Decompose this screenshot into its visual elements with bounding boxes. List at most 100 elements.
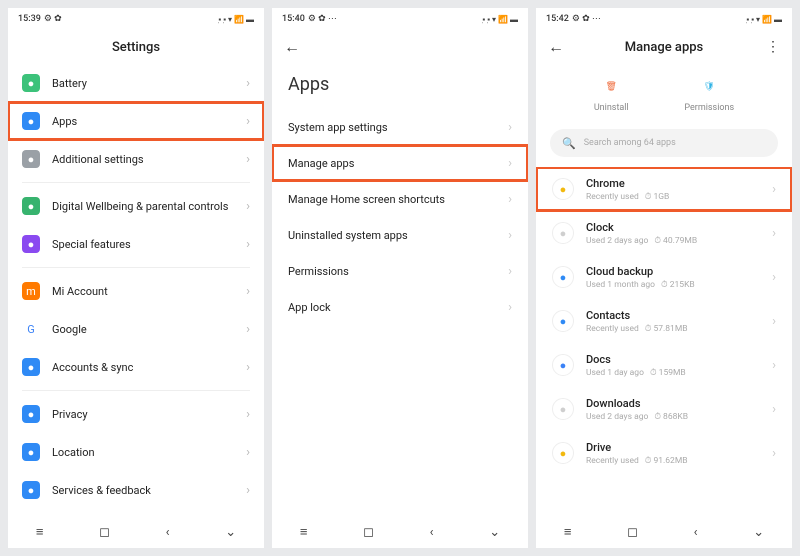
chevron-right-icon: › — [246, 114, 250, 129]
app-row-clock[interactable]: ●ClockUsed 2 days ago⏱ 40.79MB› — [536, 211, 792, 255]
permissions-label: Permissions — [684, 103, 734, 113]
status-indicator-icons: ⚙ ✿ — [44, 14, 62, 24]
row-label: Manage apps — [288, 157, 508, 170]
row-label: System app settings — [288, 121, 508, 134]
search-input[interactable]: 🔍 Search among 64 apps — [550, 129, 778, 157]
google-icon: G — [22, 320, 40, 338]
clock-text: 15:40 — [282, 14, 305, 24]
row-label: Special features — [52, 238, 246, 251]
nav-home-icon[interactable]: ◻ — [627, 525, 638, 540]
row-label: Google — [52, 323, 246, 336]
settings-row-services-feedback[interactable]: ●Services & feedback› — [8, 471, 264, 509]
clock-icon: ● — [552, 222, 574, 244]
nav-back-icon[interactable]: ‹ — [430, 525, 434, 540]
app-row-chrome[interactable]: ●ChromeRecently used⏱ 1GB› — [536, 167, 792, 211]
sync-icon: ● — [22, 358, 40, 376]
chevron-right-icon: › — [508, 228, 512, 243]
uninstall-label: Uninstall — [594, 103, 629, 113]
apps-list: System app settings›Manage apps›Manage H… — [272, 109, 528, 516]
shield-icon: 🛡 — [698, 76, 720, 98]
settings-row-digital-wellbeing-parental-controls[interactable]: ●Digital Wellbeing & parental controls› — [8, 187, 264, 225]
row-label: Accounts & sync — [52, 361, 246, 374]
settings-row-additional-settings[interactable]: ●Additional settings› — [8, 140, 264, 178]
chevron-right-icon: › — [246, 152, 250, 167]
chevron-right-icon: › — [508, 156, 512, 171]
additional-icon: ● — [22, 150, 40, 168]
screen-apps: 15:40 ⚙ ✿ ⋯ ▪̣ ▪̣ ▾ 📶 ▬ ← Apps System ap… — [272, 8, 528, 548]
apps-icon: ● — [22, 112, 40, 130]
row-label: Location — [52, 446, 246, 459]
nav-back-icon[interactable]: ‹ — [166, 525, 170, 540]
app-row-drive[interactable]: ● Drive Recently used⏱ 91.62MB› — [536, 431, 792, 475]
settings-row-special-features[interactable]: ●Special features› — [8, 225, 264, 263]
search-placeholder: Search among 64 apps — [584, 138, 676, 148]
chevron-right-icon: › — [246, 237, 250, 252]
nav-menu-icon[interactable]: ≡ — [300, 524, 308, 540]
chevron-right-icon: › — [772, 446, 776, 461]
chevron-right-icon: › — [246, 445, 250, 460]
app-name: Drive — [586, 441, 772, 454]
nav-menu-icon[interactable]: ≡ — [564, 524, 572, 540]
apps-row-manage-apps[interactable]: Manage apps› — [272, 145, 528, 181]
app-subtext: Recently used⏱ 91.62MB — [586, 456, 772, 466]
app-row-cloud-backup[interactable]: ●Cloud backupUsed 1 month ago⏱ 215KB› — [536, 255, 792, 299]
settings-row-privacy[interactable]: ●Privacy› — [8, 395, 264, 433]
settings-row-apps[interactable]: ● Apps› — [8, 102, 264, 140]
nav-back-icon[interactable]: ‹ — [694, 525, 698, 540]
nav-down-icon[interactable]: ⌄ — [225, 525, 236, 540]
settings-row-google[interactable]: G Google› — [8, 310, 264, 348]
back-icon[interactable]: ← — [284, 37, 300, 57]
apps-row-app-lock[interactable]: App lock› — [272, 289, 528, 325]
row-label: Services & feedback — [52, 484, 246, 497]
chevron-right-icon: › — [246, 360, 250, 375]
nav-home-icon[interactable]: ◻ — [363, 525, 374, 540]
apps-row-uninstalled-system-apps[interactable]: Uninstalled system apps› — [272, 217, 528, 253]
status-bar: 15:39 ⚙ ✿ ▪̣ ▪̣ ▾ 📶 ▬ — [8, 8, 264, 30]
uninstall-button[interactable]: 🗑 Uninstall — [594, 76, 629, 113]
location-icon: ● — [22, 443, 40, 461]
chevron-right-icon: › — [246, 322, 250, 337]
mi-icon: m — [22, 282, 40, 300]
app-row-downloads[interactable]: ●DownloadsUsed 2 days ago⏱ 868KB› — [536, 387, 792, 431]
divider — [22, 390, 250, 391]
nav-home-icon[interactable]: ◻ — [99, 525, 110, 540]
status-bar: 15:40 ⚙ ✿ ⋯ ▪̣ ▪̣ ▾ 📶 ▬ — [272, 8, 528, 30]
app-subtext: Used 1 day ago⏱ 159MB — [586, 368, 772, 378]
apps-row-system-app-settings[interactable]: System app settings› — [272, 109, 528, 145]
app-subtext: Used 2 days ago⏱ 40.79MB — [586, 236, 772, 246]
divider — [22, 182, 250, 183]
settings-list: ●Battery›●Apps›●Additional settings› ●Di… — [8, 64, 264, 516]
cloud-icon: ● — [552, 266, 574, 288]
nav-down-icon[interactable]: ⌄ — [753, 525, 764, 540]
row-label: Digital Wellbeing & parental controls — [52, 200, 246, 213]
nav-menu-icon[interactable]: ≡ — [36, 524, 44, 540]
chevron-right-icon: › — [246, 199, 250, 214]
nav-bar: ≡ ◻ ‹ ⌄ — [272, 516, 528, 548]
status-indicator-icons: ⚙ ✿ ⋯ — [572, 14, 601, 24]
app-info: Cloud backupUsed 1 month ago⏱ 215KB — [586, 265, 772, 290]
permissions-button[interactable]: 🛡 Permissions — [684, 76, 734, 113]
page-title: Manage apps — [548, 40, 780, 55]
apps-row-permissions[interactable]: Permissions› — [272, 253, 528, 289]
settings-row-battery[interactable]: ●Battery› — [8, 64, 264, 102]
settings-row-mi-account[interactable]: mMi Account› — [8, 272, 264, 310]
status-bar: 15:42 ⚙ ✿ ⋯ ▪̣ ▪̣ ▾ 📶 ▬ — [536, 8, 792, 30]
drive-icon: ● — [552, 442, 574, 464]
chevron-right-icon: › — [772, 402, 776, 417]
nav-down-icon[interactable]: ⌄ — [489, 525, 500, 540]
back-icon[interactable]: ← — [548, 37, 564, 57]
chevron-right-icon: › — [246, 76, 250, 91]
app-row-docs[interactable]: ●DocsUsed 1 day ago⏱ 159MB› — [536, 343, 792, 387]
settings-row-accounts-sync[interactable]: ● Accounts & sync› — [8, 348, 264, 386]
row-label: Apps — [52, 115, 246, 128]
apps-row-manage-home-screen-shortcuts[interactable]: Manage Home screen shortcuts› — [272, 181, 528, 217]
nav-bar: ≡ ◻ ‹ ⌄ — [8, 516, 264, 548]
chevron-right-icon: › — [772, 358, 776, 373]
app-name: Docs — [586, 353, 772, 366]
more-icon[interactable]: ⋮ — [766, 39, 780, 55]
app-info: Docs Used 1 day ago⏱ 159MB — [586, 353, 772, 378]
app-row-contacts[interactable]: ●ContactsRecently used⏱ 57.81MB› — [536, 299, 792, 343]
settings-row-location[interactable]: ● Location› — [8, 433, 264, 471]
row-label: App lock — [288, 301, 508, 314]
chrome-icon: ● — [552, 178, 574, 200]
